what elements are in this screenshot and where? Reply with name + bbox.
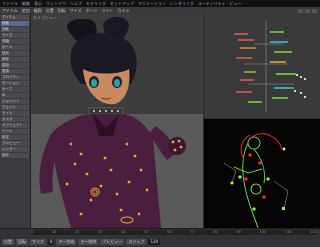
menu-item-10[interactable]: ビュー [227,1,243,7]
sidebar-tool-18[interactable]: オブジェクト [1,123,29,128]
toolbar-item-8[interactable]: カメラ [115,8,131,14]
minimize-button[interactable] [298,8,303,13]
sidebar-tool-9[interactable]: 置換 [1,69,29,74]
menu-item-2[interactable]: 表示 [32,1,44,7]
frame-ruler[interactable]: 0 10 20 30 40 50 60 70 80 90 100 110 120 [31,230,317,235]
maximize-button[interactable] [305,8,310,13]
sidebar-tool-2[interactable]: 回転 [1,27,29,32]
sidebar-tool-10[interactable]: プロパティ [1,75,29,80]
sidebar-tool-23[interactable]: 保存 [1,153,29,158]
bone-hierarchy-graph [204,14,320,118]
schematic-view[interactable] [204,14,320,118]
menu-item-7[interactable]: アニメーション [136,1,168,7]
sidebar-tool-3[interactable]: サイズ [1,33,29,38]
toolbar-item-1[interactable]: 追加 [20,8,32,14]
frame-tick-label: 70 [190,230,195,234]
menu-item-9[interactable]: ユーティリティ [196,1,228,7]
frame-tick-label: 30 [98,230,103,234]
frame-tick-label: 60 [167,230,172,234]
toolbar-item-7[interactable]: ライト [99,8,115,14]
toolbar-item-0[interactable]: アイテム [0,8,20,14]
delete-key-button[interactable]: キー削除 [78,238,99,245]
timeline-panel: 0 10 20 30 40 50 60 70 80 90 100 110 120 位置 回転 サイズ 0… [0,228,320,247]
rig-view[interactable] [204,119,320,228]
sidebar-tool-13[interactable]: IK [1,93,29,98]
toolbar-item-6[interactable]: ボーン [84,8,100,14]
tool-sidebar: アイテム 移動 回転 サイズ 伸縮 ボーン 追加 削除 複製 置換 プロパティ モーション カーブ IK ジ… [0,14,31,228]
close-button[interactable] [312,8,317,13]
preview-button[interactable]: プレビュー [100,238,125,245]
menu-item-1[interactable]: 編集 [20,1,32,7]
menu-item-4[interactable]: ヘルプ [68,1,84,7]
frame-tick-label: 20 [74,230,80,234]
step-button[interactable]: ステップ [126,238,147,245]
frame-tick-label: 110 [284,230,292,234]
sidebar-tool-15[interactable]: ウェイト [1,105,29,110]
character-render [31,14,203,228]
timeline-controls: 位置 回転 サイズ 0 キー作成 キー削除 プレビュー ステップ 120 [0,237,320,246]
menu-item-8[interactable]: レンダリング [168,1,196,7]
menu-item-5[interactable]: モデリング [84,1,108,7]
camera-viewport[interactable]: カメラビュー [31,14,203,228]
sidebar-tool-6[interactable]: 追加 [1,51,29,56]
frame-tick-label: 80 [213,230,218,234]
end-frame-field[interactable]: 120 [148,238,161,245]
rig-skeleton [204,119,320,228]
menu-item-6[interactable]: セットアップ [108,1,136,7]
create-key-button[interactable]: キー作成 [56,238,77,245]
menu-item-3[interactable]: ウィンドウ [44,1,68,7]
window-controls [298,8,320,13]
sidebar-tool-0[interactable]: アイテム [1,15,29,20]
frame-tick-label: 50 [144,230,149,234]
sidebar-tool-8[interactable]: 複製 [1,63,29,68]
menu-item-0[interactable]: ファイル [0,1,20,7]
sidebar-tool-14[interactable]: ジョイント [1,99,29,104]
sidebar-tool-16[interactable]: ライト [1,111,29,116]
sidebar-tool-21[interactable]: プレビュー [1,141,29,146]
frame-tick-label: 40 [121,230,126,234]
frame-tick-label: 10 [51,230,57,234]
frame-tick-label: 120 [310,230,317,234]
frame-tick-label: 90 [236,230,241,234]
sidebar-tool-20[interactable]: 設定 [1,135,29,140]
sidebar-tool-12[interactable]: カーブ [1,87,29,92]
sidebar-tool-1[interactable]: 移動 [1,21,29,26]
sidebar-tool-22[interactable]: レンダー [1,147,29,152]
toolbar-item-5[interactable]: サイズ [68,8,84,14]
frame-tick-label: 0 [31,230,34,234]
size-button[interactable]: サイズ [30,238,46,245]
sidebar-tool-7[interactable]: 削除 [1,57,29,62]
sidebar-tool-4[interactable]: 伸縮 [1,39,29,44]
viewport-label: カメラビュー [33,15,57,20]
frame-tick-label: 100 [259,230,267,234]
sidebar-tool-19[interactable]: シーン [1,129,29,134]
position-button[interactable]: 位置 [2,238,14,245]
sidebar-tool-11[interactable]: モーション [1,81,29,86]
rotation-button[interactable]: 回転 [16,238,28,245]
toolbar: アイテム 追加 複製 位置 回転 サイズ ボーン ライト カメラ [0,7,320,14]
menu-bar: ファイル 編集 表示 ウィンドウ ヘルプ モデリング セットアップ アニメーション レンダリング… [0,0,320,7]
sidebar-tool-17[interactable]: カメラ [1,117,29,122]
toolbar-item-4[interactable]: 回転 [56,8,68,14]
toolbar-item-2[interactable]: 複製 [32,8,44,14]
toolbar-item-3[interactable]: 位置 [44,8,56,14]
sidebar-tool-5[interactable]: ボーン [1,45,29,50]
current-frame-field[interactable]: 0 [47,238,55,245]
